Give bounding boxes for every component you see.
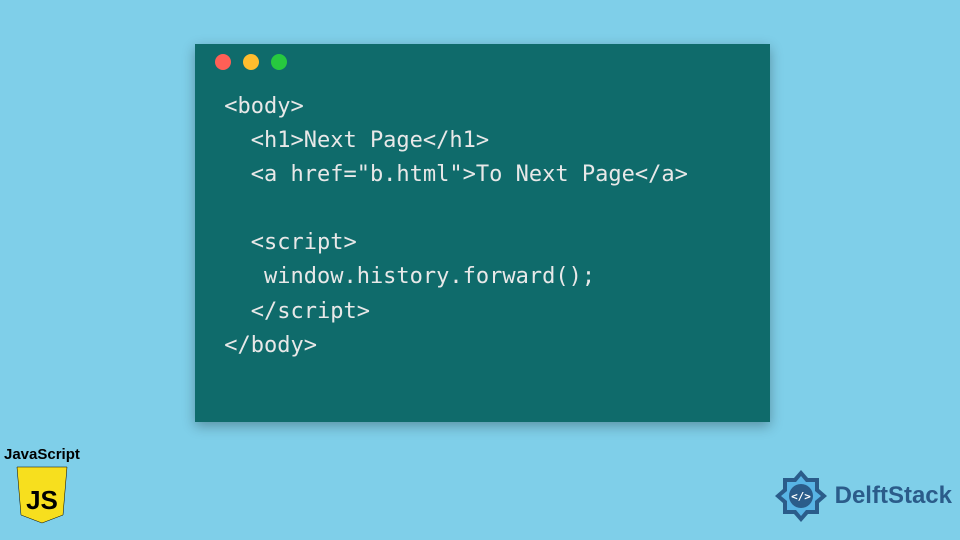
close-icon (215, 54, 231, 70)
delftstack-text: DelftStack (835, 482, 952, 510)
js-shield-text: JS (26, 485, 58, 515)
javascript-label: JavaScript (4, 446, 80, 463)
code-block: <body> <h1>Next Page</h1> <a href="b.htm… (195, 80, 770, 379)
code-window: <body> <h1>Next Page</h1> <a href="b.htm… (195, 44, 770, 422)
maximize-icon (271, 54, 287, 70)
delftstack-logo: </> DelftStack (773, 468, 952, 524)
javascript-logo: JavaScript JS (4, 446, 80, 530)
minimize-icon (243, 54, 259, 70)
delftstack-icon: </> (773, 468, 829, 524)
javascript-shield-icon: JS (15, 465, 69, 525)
svg-text:</>: </> (791, 490, 811, 503)
window-titlebar (195, 44, 770, 80)
